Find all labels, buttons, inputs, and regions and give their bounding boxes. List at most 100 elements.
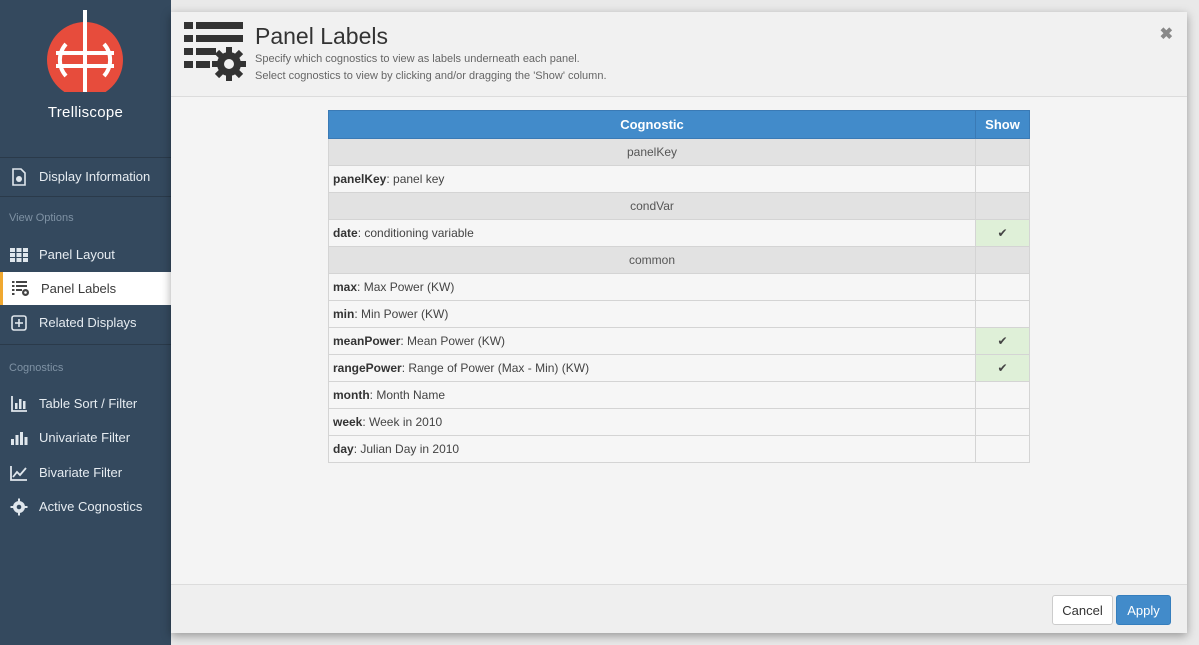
- cognostic-name: max: [333, 280, 358, 294]
- table-row[interactable]: panelKey: panel key: [328, 165, 1030, 193]
- table-row[interactable]: day: Julian Day in 2010: [328, 435, 1030, 463]
- cognostic-description: : panel key: [386, 172, 445, 186]
- cognostic-description: : conditioning variable: [357, 226, 474, 240]
- table-group-row: common: [328, 246, 1030, 274]
- cognostic-description: : Range of Power (Max - Min) (KW): [401, 361, 590, 375]
- logo-area: Trelliscope: [0, 0, 171, 158]
- cognostic-description: : Week in 2010: [362, 415, 443, 429]
- cognostic-cell: rangePower: Range of Power (Max - Min) (…: [328, 354, 976, 382]
- section-label-view-options: View Options: [9, 212, 74, 224]
- cognostics-table-body: panelKey panelKey: panel key condVar date: …: [328, 138, 1030, 463]
- table-header-row: Cognostic Show: [328, 110, 1030, 139]
- sidebar-item-label: Panel Labels: [41, 281, 117, 296]
- column-header-show: Show: [975, 110, 1030, 139]
- brand-name: Trelliscope: [47, 104, 124, 121]
- sidebar-item-label: Bivariate Filter: [39, 465, 123, 480]
- group-show-cell[interactable]: [975, 138, 1030, 166]
- apply-button[interactable]: Apply: [1116, 595, 1171, 625]
- show-toggle-cell[interactable]: ✔: [975, 354, 1030, 382]
- sidebar: Trelliscope Display Information View Opt…: [0, 0, 171, 645]
- table-row[interactable]: week: Week in 2010: [328, 408, 1030, 436]
- sidebar-divider: [0, 196, 171, 197]
- group-show-cell[interactable]: [975, 192, 1030, 220]
- cognostic-description: : Julian Day in 2010: [353, 442, 460, 456]
- bar-chart-icon: [9, 428, 29, 448]
- cognostic-cell: meanPower: Mean Power (KW): [328, 327, 976, 355]
- table-row[interactable]: min: Min Power (KW): [328, 300, 1030, 328]
- checkmark-icon: ✔: [997, 361, 1008, 375]
- show-toggle-cell[interactable]: ✔: [975, 327, 1030, 355]
- sidebar-item-related-displays[interactable]: Related Displays: [0, 306, 171, 339]
- checkmark-icon: ✔: [997, 334, 1008, 348]
- group-label: common: [328, 246, 976, 274]
- table-row[interactable]: meanPower: Mean Power (KW) ✔: [328, 327, 1030, 355]
- sidebar-item-bivariate-filter[interactable]: Bivariate Filter: [0, 456, 171, 489]
- list-gear-icon: [11, 279, 31, 299]
- show-toggle-cell[interactable]: ✔: [975, 219, 1030, 247]
- plus-square-icon: [9, 313, 29, 333]
- cognostic-description: : Month Name: [369, 388, 446, 402]
- modal-description-line-1: Specify which cognostics to view as labe…: [255, 53, 580, 65]
- sidebar-item-label: Univariate Filter: [39, 430, 131, 445]
- close-icon[interactable]: ✖: [1160, 24, 1173, 44]
- sidebar-item-display-information[interactable]: Display Information: [0, 160, 171, 193]
- cognostic-description: : Mean Power (KW): [400, 334, 506, 348]
- column-header-cognostic: Cognostic: [328, 110, 976, 139]
- cognostic-name: rangePower: [333, 361, 402, 375]
- modal-title: Panel Labels: [255, 23, 388, 49]
- modal-header: Panel Labels Specify which cognostics to…: [171, 12, 1187, 97]
- sidebar-item-table-sort-filter[interactable]: Table Sort / Filter: [0, 387, 171, 420]
- show-toggle-cell[interactable]: [975, 408, 1030, 436]
- cognostics-table: Cognostic Show panelKey panelKey: panel k…: [328, 110, 1030, 463]
- cognostic-name: min: [333, 307, 355, 321]
- sidebar-item-label: Active Cognostics: [39, 499, 143, 514]
- cognostic-name: date: [333, 226, 358, 240]
- sidebar-item-label: Display Information: [39, 169, 151, 184]
- cognostic-cell: max: Max Power (KW): [328, 273, 976, 301]
- table-group-row: condVar: [328, 192, 1030, 220]
- show-toggle-cell[interactable]: [975, 300, 1030, 328]
- cognostic-name: month: [333, 388, 370, 402]
- grid-icon: [9, 245, 29, 265]
- checkmark-icon: ✔: [997, 226, 1008, 240]
- cognostic-cell: panelKey: panel key: [328, 165, 976, 193]
- show-toggle-cell[interactable]: [975, 381, 1030, 409]
- sidebar-item-label: Related Displays: [39, 315, 137, 330]
- cognostic-description: : Min Power (KW): [354, 307, 449, 321]
- cognostic-cell: min: Min Power (KW): [328, 300, 976, 328]
- cognostic-cell: week: Week in 2010: [328, 408, 976, 436]
- cognostic-name: meanPower: [333, 334, 401, 348]
- sidebar-item-panel-labels[interactable]: Panel Labels: [0, 272, 171, 305]
- sidebar-item-panel-layout[interactable]: Panel Layout: [0, 238, 171, 271]
- cognostic-name: week: [333, 415, 363, 429]
- cognostic-cell: day: Julian Day in 2010: [328, 435, 976, 463]
- sidebar-item-active-cognostics[interactable]: Active Cognostics: [0, 490, 171, 523]
- line-chart-icon: [9, 463, 29, 483]
- table-row[interactable]: max: Max Power (KW): [328, 273, 1030, 301]
- sidebar-divider: [0, 344, 171, 345]
- sidebar-item-label: Table Sort / Filter: [39, 396, 138, 411]
- show-toggle-cell[interactable]: [975, 165, 1030, 193]
- table-group-row: panelKey: [328, 138, 1030, 166]
- modal-description-line-2: Select cognostics to view by clicking an…: [255, 70, 607, 82]
- section-label-cognostics: Cognostics: [9, 362, 64, 374]
- cognostic-description: : Max Power (KW): [357, 280, 455, 294]
- sidebar-item-univariate-filter[interactable]: Univariate Filter: [0, 421, 171, 454]
- group-show-cell[interactable]: [975, 246, 1030, 274]
- cognostic-cell: date: conditioning variable: [328, 219, 976, 247]
- table-row[interactable]: date: conditioning variable ✔: [328, 219, 1030, 247]
- group-label: panelKey: [328, 138, 976, 166]
- table-row[interactable]: month: Month Name: [328, 381, 1030, 409]
- document-info-icon: [9, 167, 29, 187]
- cognostic-name: panelKey: [333, 172, 387, 186]
- list-gear-icon: [184, 22, 246, 81]
- table-row[interactable]: rangePower: Range of Power (Max - Min) (…: [328, 354, 1030, 382]
- show-toggle-cell[interactable]: [975, 273, 1030, 301]
- cancel-button[interactable]: Cancel: [1052, 595, 1113, 625]
- show-toggle-cell[interactable]: [975, 435, 1030, 463]
- modal-footer: Cancel Apply: [171, 584, 1187, 633]
- group-label: condVar: [328, 192, 976, 220]
- table-sort-icon: [9, 394, 29, 414]
- panel-labels-modal: Panel Labels Specify which cognostics to…: [171, 12, 1187, 633]
- cognostic-name: day: [333, 442, 354, 456]
